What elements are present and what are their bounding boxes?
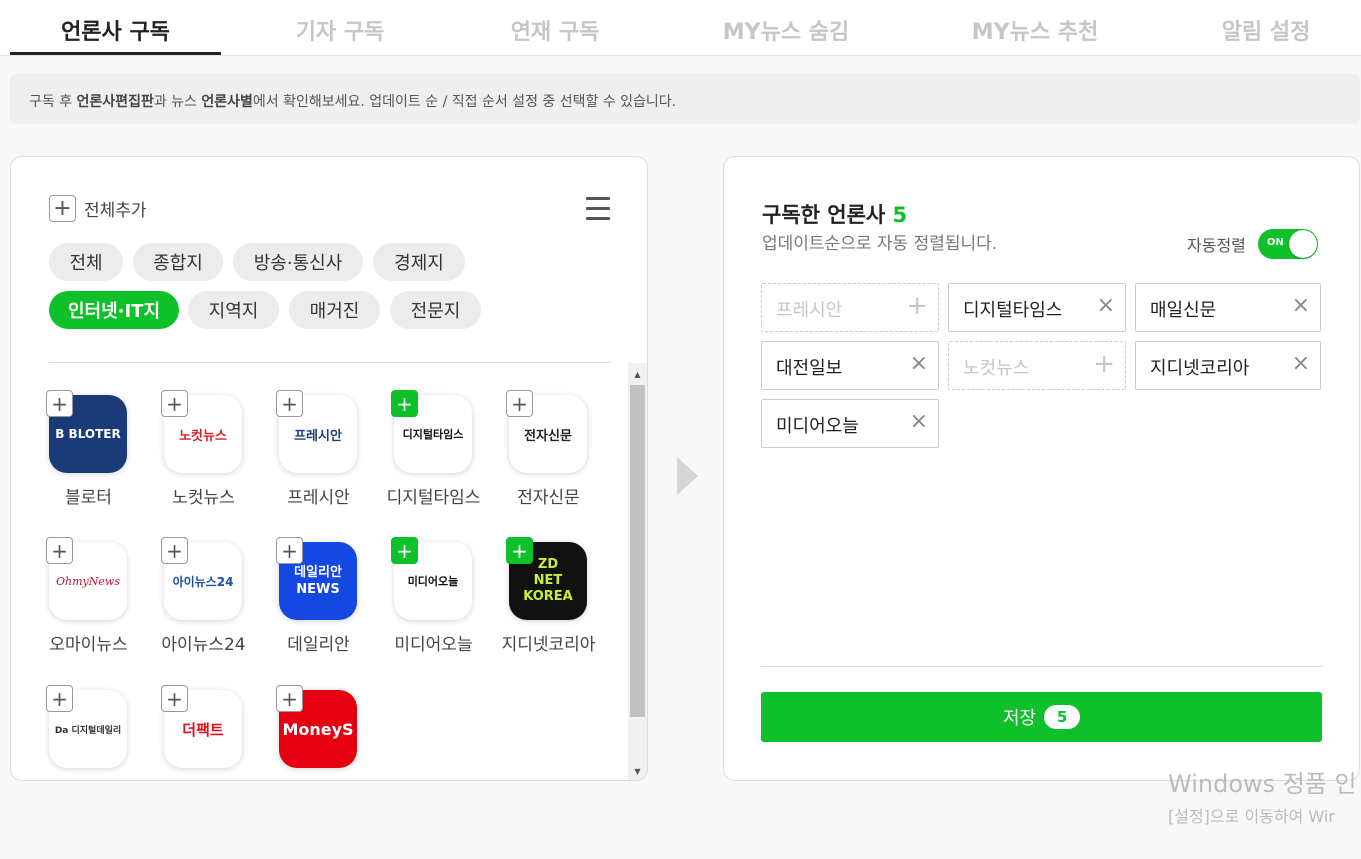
scroll-down-arrow-icon[interactable]: ▼ bbox=[628, 763, 647, 779]
press-name: 데일리안 bbox=[287, 635, 350, 655]
subscribed-slot[interactable]: 디지털타임스 × bbox=[948, 283, 1126, 332]
plus-icon[interactable]: + bbox=[906, 293, 928, 319]
tab-mynews-recommend[interactable]: MY뉴스 추천 bbox=[935, 14, 1135, 46]
watermark-line2: [설정]으로 이동하여 Wir bbox=[1168, 807, 1335, 826]
notice-bold-press-edition: 언론사편집판 bbox=[76, 94, 154, 110]
active-tab-indicator bbox=[10, 52, 221, 55]
add-all-button[interactable]: + 전체추가 bbox=[49, 195, 147, 222]
subscribed-title-text: 구독한 언론사 bbox=[762, 203, 886, 227]
subscribed-slot[interactable]: 노컷뉴스 + bbox=[948, 341, 1126, 390]
press-name: 오마이뉴스 bbox=[49, 635, 128, 655]
tab-mynews-hide[interactable]: MY뉴스 숨김 bbox=[686, 14, 886, 46]
save-count-badge: 5 bbox=[1044, 705, 1081, 729]
category-internet-it[interactable]: 인터넷·IT지 bbox=[49, 291, 179, 329]
press-name: 블로터 bbox=[65, 488, 112, 508]
add-plus-icon[interactable]: + bbox=[161, 685, 188, 712]
subscribed-slot[interactable]: 미디어오늘 × bbox=[761, 399, 939, 448]
press-name: 미디어오늘 bbox=[394, 635, 473, 655]
category-all[interactable]: 전체 bbox=[49, 243, 123, 281]
tab-reporter-subscribe[interactable]: 기자 구독 bbox=[240, 14, 440, 46]
close-icon[interactable]: × bbox=[1292, 353, 1310, 375]
subscribed-press-panel: 구독한 언론사 5 업데이트순으로 자동 정렬됩니다. 자동정렬 ON 프레시안… bbox=[723, 156, 1360, 781]
scroll-thumb[interactable] bbox=[630, 385, 645, 717]
notice-text: 에서 확인해보세요. 업데이트 순 / 직접 순서 설정 중 선택할 수 있습니… bbox=[252, 94, 677, 110]
add-all-label: 전체추가 bbox=[84, 201, 147, 221]
slot-name: 디지털타임스 bbox=[963, 300, 1063, 321]
press-name: 아이뉴스24 bbox=[161, 635, 246, 655]
slot-name: 미디어오늘 bbox=[776, 416, 859, 437]
press-name: 전자신문 bbox=[517, 488, 580, 508]
add-plus-icon[interactable]: + bbox=[161, 390, 188, 417]
press-name: 디지털타임스 bbox=[386, 488, 481, 508]
added-plus-icon[interactable]: + bbox=[391, 537, 418, 564]
add-plus-icon[interactable]: + bbox=[276, 685, 303, 712]
slot-name: 매일신문 bbox=[1150, 300, 1217, 321]
close-icon[interactable]: × bbox=[1292, 295, 1310, 317]
slot-name: 프레시안 bbox=[776, 300, 843, 321]
add-plus-icon[interactable]: + bbox=[46, 390, 73, 417]
autosort-label: 자동정렬 bbox=[1187, 236, 1246, 255]
subscribed-subtitle: 업데이트순으로 자동 정렬됩니다. bbox=[762, 234, 998, 254]
add-plus-icon[interactable]: + bbox=[506, 390, 533, 417]
notice-text: 과 뉴스 bbox=[153, 94, 202, 110]
subscribed-slot[interactable]: 대전일보 × bbox=[761, 341, 939, 390]
added-plus-icon[interactable]: + bbox=[506, 537, 533, 564]
category-magazine[interactable]: 매거진 bbox=[289, 291, 380, 329]
autosort-control: 자동정렬 ON bbox=[1187, 229, 1318, 259]
press-picker-panel: + 전체추가 전체 종합지 방송·통신사 경제지 인터넷·IT지 지역지 매거진… bbox=[10, 156, 648, 781]
category-specialty[interactable]: 전문지 bbox=[390, 291, 481, 329]
add-plus-icon[interactable]: + bbox=[46, 537, 73, 564]
subscribed-count: 5 bbox=[892, 203, 908, 227]
close-icon[interactable]: × bbox=[910, 353, 928, 375]
toggle-on-label: ON bbox=[1266, 237, 1284, 248]
plus-icon[interactable]: + bbox=[1093, 351, 1115, 377]
add-plus-icon[interactable]: + bbox=[276, 390, 303, 417]
press-name: 지디넷코리아 bbox=[501, 635, 596, 655]
slot-name: 노컷뉴스 bbox=[963, 358, 1030, 379]
add-plus-icon[interactable]: + bbox=[276, 537, 303, 564]
scroll-up-arrow-icon[interactable]: ▲ bbox=[628, 366, 647, 382]
subscribed-slot[interactable]: 지디넷코리아 × bbox=[1135, 341, 1321, 390]
press-name: 프레시안 bbox=[287, 488, 350, 508]
toggle-knob bbox=[1288, 230, 1317, 258]
save-button[interactable]: 저장 5 bbox=[761, 692, 1322, 742]
tab-notification-settings[interactable]: 알림 설정 bbox=[1166, 14, 1361, 46]
tab-series-subscribe[interactable]: 연재 구독 bbox=[455, 14, 655, 46]
added-plus-icon[interactable]: + bbox=[391, 390, 418, 417]
category-broadcast[interactable]: 방송·통신사 bbox=[233, 243, 363, 281]
subscribed-slot[interactable]: 프레시안 + bbox=[761, 283, 939, 332]
save-label: 저장 bbox=[1002, 708, 1037, 729]
subscribed-slot[interactable]: 매일신문 × bbox=[1135, 283, 1321, 332]
tab-bar: 언론사 구독 기자 구독 연재 구독 MY뉴스 숨김 MY뉴스 추천 알림 설정 bbox=[0, 0, 1361, 56]
category-regional[interactable]: 지역지 bbox=[188, 291, 279, 329]
info-notice: 구독 후 언론사편집판과 뉴스 언론사별에서 확인해보세요. 업데이트 순 / … bbox=[10, 74, 1360, 124]
windows-activation-watermark: Windows 정품 인 [설정]으로 이동하여 Wir bbox=[1168, 764, 1357, 827]
notice-bold-by-press: 언론사별 bbox=[201, 94, 253, 110]
autosort-toggle[interactable]: ON bbox=[1257, 229, 1318, 259]
press-name: 노컷뉴스 bbox=[172, 488, 235, 508]
watermark-line1: Windows 정품 인 bbox=[1168, 770, 1357, 798]
scrollbar[interactable]: ▲ ▼ bbox=[628, 363, 647, 780]
close-icon[interactable]: × bbox=[1097, 295, 1115, 317]
category-economy[interactable]: 경제지 bbox=[373, 243, 465, 281]
category-general[interactable]: 종합지 bbox=[133, 243, 223, 281]
subscribed-title: 구독한 언론사 5 bbox=[762, 199, 907, 229]
add-plus-icon[interactable]: + bbox=[46, 685, 73, 712]
slot-name: 지디넷코리아 bbox=[1150, 358, 1250, 379]
divider bbox=[761, 666, 1322, 667]
notice-text: 구독 후 bbox=[29, 94, 77, 110]
plus-icon: + bbox=[49, 195, 76, 222]
close-icon[interactable]: × bbox=[910, 411, 928, 433]
tab-press-subscribe[interactable]: 언론사 구독 bbox=[10, 14, 221, 46]
add-plus-icon[interactable]: + bbox=[161, 537, 188, 564]
arrow-right-icon bbox=[677, 457, 698, 495]
menu-icon[interactable] bbox=[586, 197, 610, 221]
slot-name: 대전일보 bbox=[776, 358, 843, 379]
divider bbox=[49, 362, 610, 363]
